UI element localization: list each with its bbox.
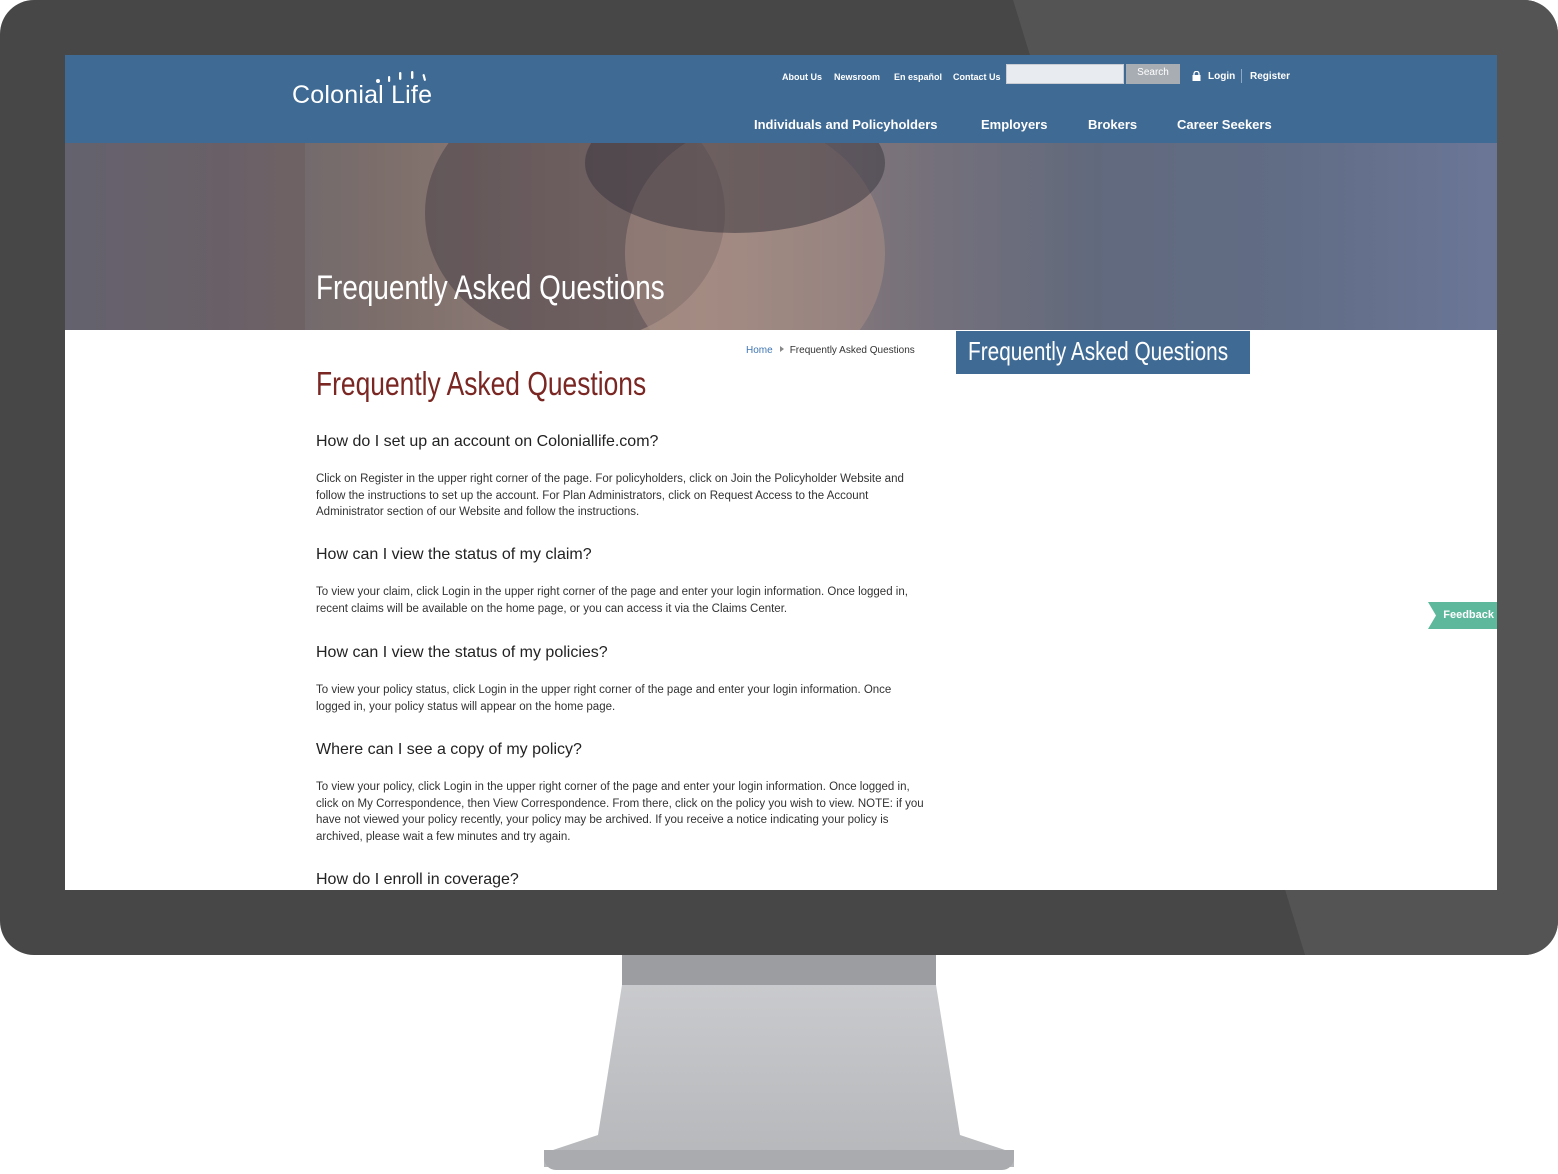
page-title: Frequently Asked Questions xyxy=(316,365,647,402)
monitor-stand-base xyxy=(544,1150,1014,1170)
nav-career-seekers[interactable]: Career Seekers xyxy=(1177,117,1272,132)
logo-text: Colonial Life xyxy=(292,81,433,109)
search-button[interactable]: Search xyxy=(1126,64,1180,84)
breadcrumb: Home Frequently Asked Questions xyxy=(746,345,915,356)
faq-question: How do I enroll in coverage? xyxy=(316,871,519,888)
faq-question: How can I view the status of my claim? xyxy=(316,546,592,563)
login-register-divider xyxy=(1241,69,1242,83)
faq-question: How can I view the status of my policies… xyxy=(316,644,608,661)
about-us-link[interactable]: About Us xyxy=(782,72,822,82)
login-link[interactable]: Login xyxy=(1208,71,1235,82)
site-header: Colonial Life About Us Newsroom En españ… xyxy=(65,55,1497,143)
breadcrumb-current: Frequently Asked Questions xyxy=(789,345,915,356)
faq-question: Where can I see a copy of my policy? xyxy=(316,741,582,758)
faq-answer: To view your policy status, click Login … xyxy=(316,684,892,713)
colonial-life-logo[interactable]: Colonial Life xyxy=(292,71,433,110)
en-espanol-link[interactable]: En español xyxy=(894,72,942,82)
nav-employers[interactable]: Employers xyxy=(981,117,1047,132)
monitor-stand-neck xyxy=(622,955,936,987)
faq-answer: To view your claim, click Login in the u… xyxy=(316,586,908,615)
faq-item: How can I view the status of my policies… xyxy=(316,644,926,715)
breadcrumb-home-link[interactable]: Home xyxy=(746,345,773,356)
nav-individuals-policyholders[interactable]: Individuals and Policyholders xyxy=(754,117,938,132)
feedback-tab[interactable]: Feedback xyxy=(1428,602,1497,629)
breadcrumb-arrow-icon xyxy=(779,346,784,352)
faq-answer: To view your policy, click Login in the … xyxy=(316,781,924,843)
faq-item: How can I view the status of my claim? T… xyxy=(316,546,926,617)
faq-item: How do I enroll in coverage? xyxy=(316,871,926,889)
hero-title: Frequently Asked Questions xyxy=(316,269,665,307)
sidebar-faq-header: Frequently Asked Questions xyxy=(956,331,1250,374)
nav-brokers[interactable]: Brokers xyxy=(1088,117,1137,132)
faq-answer: Click on Register in the upper right cor… xyxy=(316,473,904,518)
newsroom-link[interactable]: Newsroom xyxy=(834,72,880,82)
faq-question: How do I set up an account on Colonialli… xyxy=(316,433,659,450)
contact-us-link[interactable]: Contact Us xyxy=(953,72,1001,82)
register-link[interactable]: Register xyxy=(1250,71,1290,82)
logo-dots-icon xyxy=(376,71,426,83)
faq-item: How do I set up an account on Colonialli… xyxy=(316,433,926,521)
hero-overlay xyxy=(65,143,1497,330)
sidebar-title: Frequently Asked Questions xyxy=(968,336,1229,366)
lock-icon xyxy=(1192,71,1201,81)
hero-banner: Frequently Asked Questions xyxy=(65,143,1497,330)
monitor-stand xyxy=(544,985,1014,1167)
browser-screen: Colonial Life About Us Newsroom En españ… xyxy=(65,55,1497,890)
search-input[interactable] xyxy=(1006,64,1124,84)
faq-item: Where can I see a copy of my policy? To … xyxy=(316,741,926,845)
